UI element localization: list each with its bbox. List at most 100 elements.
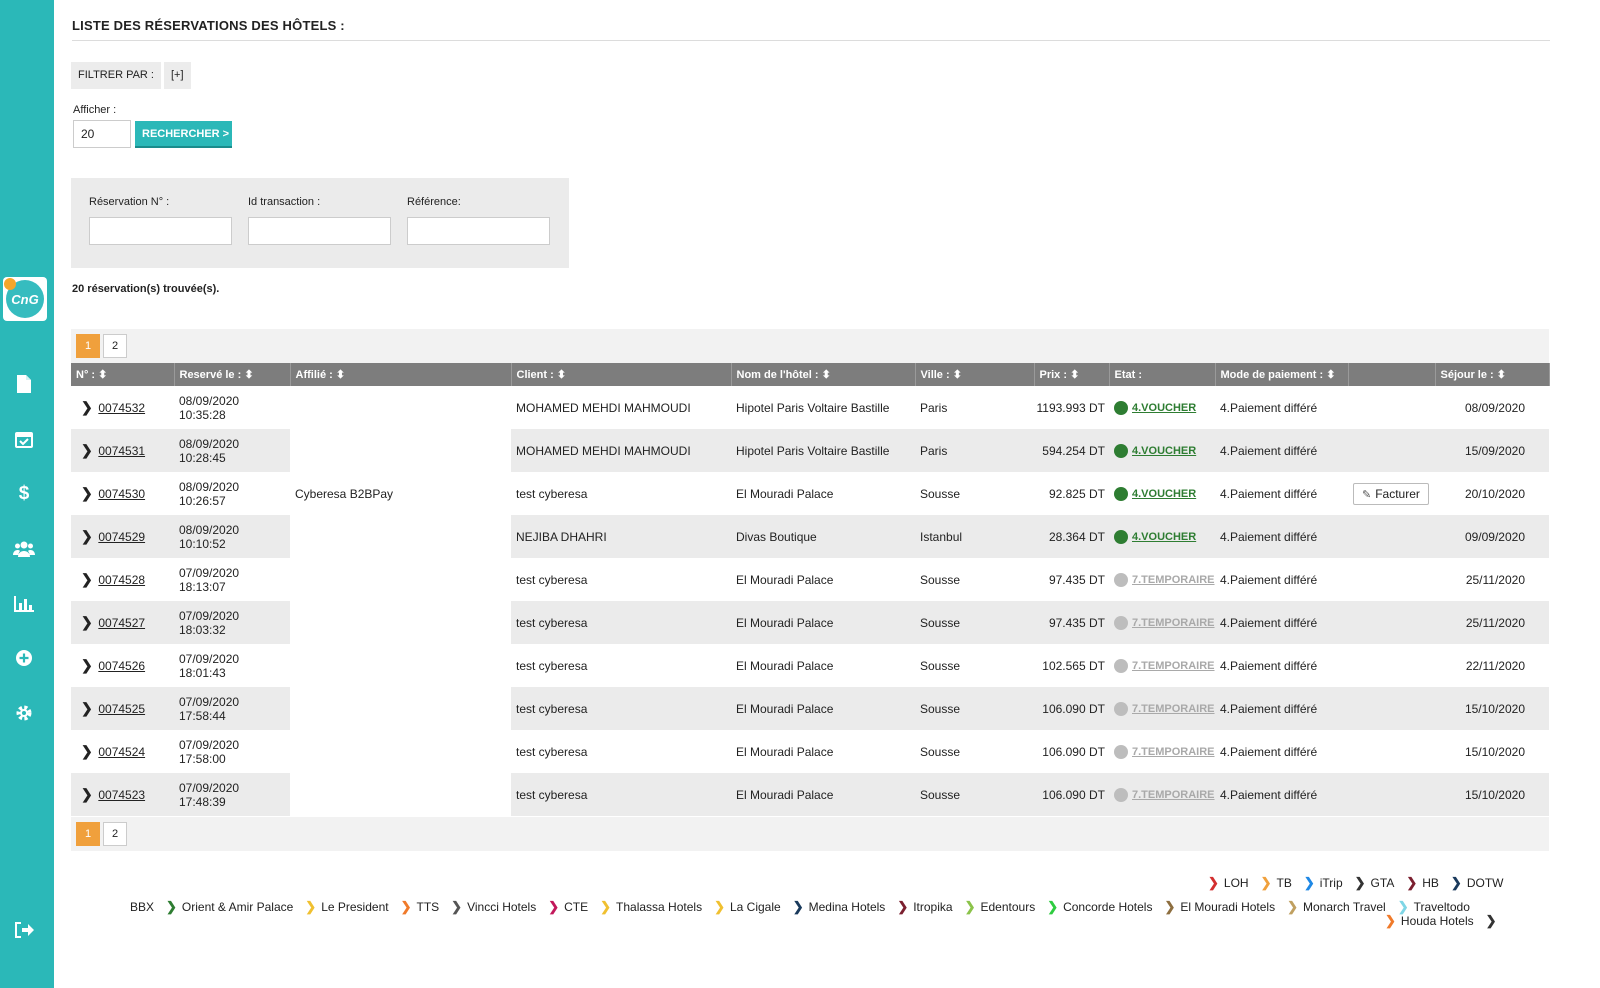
users-icon[interactable] — [12, 537, 36, 561]
col-client[interactable]: Client : ⬍ — [511, 363, 732, 386]
col-sejour[interactable]: Séjour le : ⬍ — [1435, 363, 1550, 386]
partner-link[interactable]: ❯ Edentours — [965, 899, 1036, 915]
reservation-link[interactable]: 0074527 — [98, 616, 145, 630]
dollar-icon[interactable]: $ — [12, 482, 36, 506]
etat-link[interactable]: 4.VOUCHER — [1132, 445, 1196, 457]
reservation-link[interactable]: 0074531 — [98, 444, 145, 458]
etat-link[interactable]: 4.VOUCHER — [1132, 402, 1196, 414]
expand-chevron-icon[interactable]: ❯ — [81, 399, 95, 416]
transaction-input[interactable] — [248, 217, 391, 245]
etat-link[interactable]: 7.TEMPORAIRE — [1132, 746, 1215, 758]
document-icon[interactable] — [12, 372, 36, 396]
expand-chevron-icon[interactable]: ❯ — [81, 743, 95, 760]
page-2-button[interactable]: 2 — [103, 822, 127, 846]
reservation-link[interactable]: 0074529 — [98, 530, 145, 544]
num-cell: ❯ 0074528 — [71, 558, 174, 601]
col-paiement[interactable]: Mode de paiement : ⬍ — [1215, 363, 1349, 386]
page-1-button[interactable]: 1 — [76, 822, 100, 846]
reservation-link[interactable]: 0074523 — [98, 788, 145, 802]
partner-link[interactable]: BBX — [130, 900, 154, 914]
plus-circle-icon[interactable] — [12, 646, 36, 670]
partner-link[interactable]: ❯ Concorde Hotels — [1047, 899, 1152, 915]
calendar-check-icon[interactable] — [12, 427, 36, 451]
partner-link[interactable]: ❯ Monarch Travel — [1287, 899, 1386, 915]
col-reserved[interactable]: Reservé le : ⬍ — [174, 363, 291, 386]
ville-cell: Sousse — [915, 773, 1034, 816]
etat-link[interactable]: 7.TEMPORAIRE — [1132, 574, 1215, 586]
partner-link[interactable]: ❯ Orient & Amir Palace — [166, 899, 293, 915]
etat-cell: 7.TEMPORAIRE — [1109, 601, 1215, 644]
expand-chevron-icon[interactable]: ❯ — [81, 571, 95, 588]
reservation-link[interactable]: 0074525 — [98, 702, 145, 716]
chevron-right-icon: ❯ — [964, 899, 976, 914]
etat-link[interactable]: 7.TEMPORAIRE — [1132, 703, 1215, 715]
partner-link[interactable]: ❯ CTE — [548, 899, 588, 915]
partner-link[interactable]: ❯ TTS — [401, 899, 440, 915]
gear-icon[interactable] — [12, 701, 36, 725]
partner-link[interactable]: ❯ HB — [1406, 875, 1439, 891]
etat-link[interactable]: 4.VOUCHER — [1132, 531, 1196, 543]
partner-link[interactable]: ❯ DOTW — [1451, 875, 1504, 891]
afficher-input[interactable] — [73, 120, 131, 148]
partner-link[interactable]: ❯ Le President — [305, 899, 388, 915]
partner-link[interactable]: ❯ — [1486, 913, 1502, 929]
col-num[interactable]: N° : ⬍ — [71, 363, 175, 386]
logout-icon[interactable] — [12, 918, 36, 942]
search-button[interactable]: RECHERCHER > — [135, 121, 232, 146]
etat-cell: 4.VOUCHER — [1109, 429, 1215, 472]
partner-link[interactable]: ❯ Itropika — [897, 899, 952, 915]
reservation-link[interactable]: 0074524 — [98, 745, 145, 759]
partner-link[interactable]: ❯ El Mouradi Hotels — [1164, 899, 1275, 915]
etat-link[interactable]: 7.TEMPORAIRE — [1132, 789, 1215, 801]
reserved-time: 10:28:45 — [179, 450, 226, 465]
partner-link[interactable]: ❯ Vincci Hotels — [451, 899, 536, 915]
table-row: ❯ 0074525 07/09/2020 17:58:44 test cyberesa… — [71, 687, 1549, 730]
reserved-time: 17:58:44 — [179, 708, 226, 723]
reserved-time: 17:58:00 — [179, 751, 226, 766]
reference-input[interactable] — [407, 217, 550, 245]
col-affilie[interactable]: Affilié : ⬍ — [290, 363, 512, 386]
reserved-date: 07/09/2020 — [179, 608, 240, 623]
expand-chevron-icon[interactable]: ❯ — [81, 614, 95, 631]
partner-link[interactable]: ❯ GTA — [1355, 875, 1395, 891]
partner-link[interactable]: ❯ Medina Hotels — [793, 899, 886, 915]
ville-cell: Paris — [915, 429, 1034, 472]
facturer-button[interactable]: ✎ Facturer — [1353, 482, 1429, 505]
partner-link[interactable]: ❯ Thalassa Hotels — [600, 899, 702, 915]
reservation-link[interactable]: 0074528 — [98, 573, 145, 587]
col-hotel[interactable]: Nom de l'hôtel : ⬍ — [731, 363, 916, 386]
reservation-link[interactable]: 0074532 — [98, 401, 145, 415]
filter-toggle[interactable]: [+] — [164, 62, 191, 89]
expand-chevron-icon[interactable]: ❯ — [81, 700, 95, 717]
partner-link[interactable]: ❯ iTrip — [1304, 875, 1343, 891]
col-ville[interactable]: Ville : ⬍ — [915, 363, 1035, 386]
etat-link[interactable]: 4.VOUCHER — [1132, 488, 1196, 500]
expand-chevron-icon[interactable]: ❯ — [81, 528, 95, 545]
expand-chevron-icon[interactable]: ❯ — [81, 657, 95, 674]
table-row: ❯ 0074532 08/09/2020 10:35:28 MOHAMED MEHDI… — [71, 386, 1549, 429]
expand-chevron-icon[interactable]: ❯ — [81, 442, 95, 459]
partner-link[interactable]: ❯ LOH — [1208, 875, 1249, 891]
col-prix[interactable]: Prix : ⬍ — [1034, 363, 1110, 386]
chevron-right-icon: ❯ — [1450, 875, 1462, 890]
partner-link[interactable]: ❯ TB — [1261, 875, 1292, 891]
partner-link[interactable]: ❯ La Cigale — [714, 899, 781, 915]
reservation-input[interactable] — [89, 217, 232, 245]
reservation-link[interactable]: 0074530 — [98, 487, 145, 501]
bar-chart-icon[interactable] — [12, 592, 36, 616]
reservation-link[interactable]: 0074526 — [98, 659, 145, 673]
chevron-right-icon: ❯ — [792, 899, 804, 914]
page-2-button[interactable]: 2 — [103, 334, 127, 358]
expand-chevron-icon[interactable]: ❯ — [81, 786, 95, 803]
logo[interactable]: CnG — [3, 277, 47, 321]
page-1-button[interactable]: 1 — [76, 334, 100, 358]
etat-cell: 4.VOUCHER — [1109, 472, 1215, 515]
num-cell: ❯ 0074526 — [71, 644, 174, 687]
expand-chevron-icon[interactable]: ❯ — [81, 485, 95, 502]
reserved-time: 10:10:52 — [179, 536, 226, 551]
chevron-right-icon: ❯ — [548, 899, 560, 914]
partner-link[interactable]: ❯ Houda Hotels — [1385, 913, 1474, 929]
etat-link[interactable]: 7.TEMPORAIRE — [1132, 617, 1215, 629]
etat-link[interactable]: 7.TEMPORAIRE — [1132, 660, 1215, 672]
prix-cell: 106.090 DT — [1034, 730, 1109, 773]
